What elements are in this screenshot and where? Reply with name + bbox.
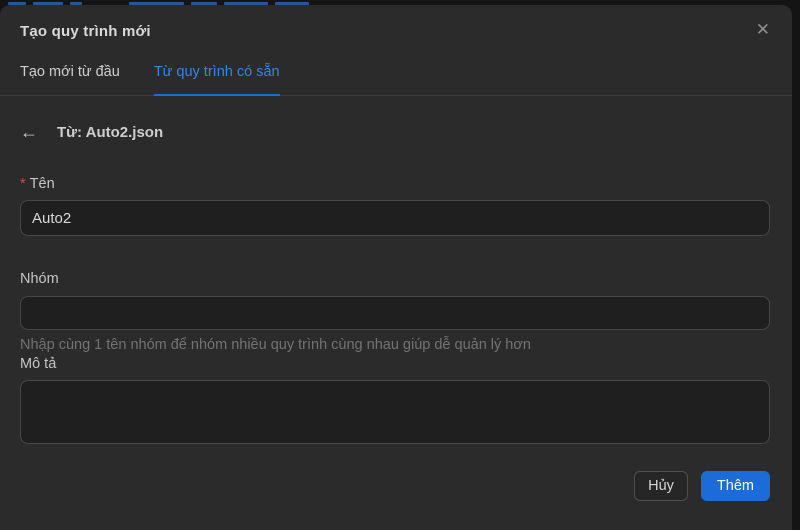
back-arrow-icon[interactable]: ← xyxy=(20,123,38,141)
description-label: Mô tả xyxy=(20,356,770,372)
process-form: *Tên Nhóm Nhập cùng 1 tên nhóm để nhóm n… xyxy=(20,176,770,444)
description-label-text: Mô tả xyxy=(20,356,56,372)
name-input[interactable] xyxy=(20,200,770,236)
create-process-modal: Tạo quy trình mới ✕ Tạo mới từ đầu Từ qu… xyxy=(0,5,792,530)
group-label: Nhóm xyxy=(20,271,770,287)
group-label-text: Nhóm xyxy=(20,271,59,287)
description-input[interactable] xyxy=(20,380,770,444)
name-label-text: Tên xyxy=(30,176,55,192)
cancel-button[interactable]: Hủy xyxy=(634,471,688,501)
group-help-text: Nhập cùng 1 tên nhóm để nhóm nhiều quy t… xyxy=(20,337,770,353)
tab-from-existing-process[interactable]: Từ quy trình có sẵn xyxy=(154,64,280,96)
modal-footer: Hủy Thêm xyxy=(0,471,792,501)
tab-bar: Tạo mới từ đầu Từ quy trình có sẵn xyxy=(0,64,792,96)
name-label: *Tên xyxy=(20,176,770,192)
tab-create-from-scratch[interactable]: Tạo mới từ đầu xyxy=(20,64,120,96)
modal-header: Tạo quy trình mới ✕ xyxy=(0,5,792,40)
close-icon[interactable]: ✕ xyxy=(756,21,770,38)
group-input[interactable] xyxy=(20,296,770,330)
required-mark: * xyxy=(20,176,26,192)
submit-button[interactable]: Thêm xyxy=(701,471,770,501)
source-file-title: Từ: Auto2.json xyxy=(57,124,163,141)
source-file-header: ← Từ: Auto2.json xyxy=(20,123,770,141)
modal-title: Tạo quy trình mới xyxy=(20,23,770,40)
